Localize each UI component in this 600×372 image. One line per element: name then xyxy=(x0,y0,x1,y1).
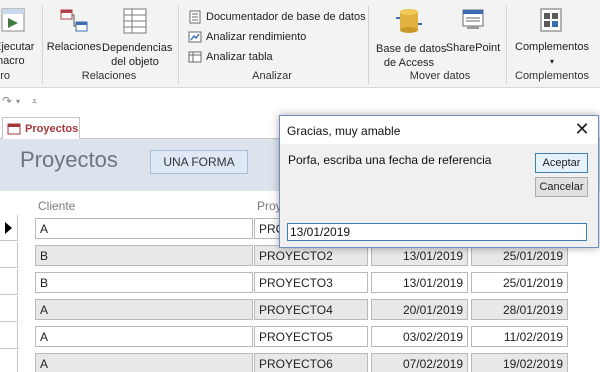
analyze-performance-button[interactable]: Analizar rendimiento xyxy=(188,28,306,46)
end-date-field[interactable]: 11/02/2019 xyxy=(471,326,568,347)
end-date-field[interactable]: 28/01/2019 xyxy=(471,299,568,320)
form-icon xyxy=(7,123,21,135)
object-dependencies-icon xyxy=(123,8,147,34)
client-field[interactable]: A xyxy=(35,326,253,347)
client-field[interactable]: B xyxy=(35,272,253,293)
db-documenter-button[interactable]: Documentador de base de datos xyxy=(188,8,366,26)
access-database-label: Base de datos de Access xyxy=(376,43,447,69)
db-documenter-label: Documentador de base de datos xyxy=(206,11,366,23)
db-documenter-icon xyxy=(189,10,201,24)
start-date-field[interactable]: 07/02/2019 xyxy=(371,353,468,372)
macro-group-label: Macro xyxy=(0,70,10,82)
analyze-table-button[interactable]: Analizar tabla xyxy=(188,48,273,66)
addins-icon xyxy=(540,8,562,32)
ribbon: Ejecutar macro Macro Relaciones Dependen… xyxy=(0,0,600,88)
current-record-icon xyxy=(5,222,12,234)
relations-button[interactable]: Relaciones xyxy=(47,6,101,53)
record-selector[interactable] xyxy=(0,242,18,268)
ribbon-separator xyxy=(368,6,369,84)
analyze-group-label: Analizar xyxy=(252,70,292,82)
dialog-title: Gracias, muy amable xyxy=(287,124,401,138)
cancel-button[interactable]: Cancelar xyxy=(535,177,588,197)
start-date-field[interactable]: 13/01/2019 xyxy=(371,272,468,293)
relations-group-label: Relaciones xyxy=(81,70,137,82)
addins-group-label: Complementos xyxy=(515,70,589,82)
object-dependencies-label: Dependencias del objeto xyxy=(102,42,173,68)
end-date-field[interactable]: 25/01/2019 xyxy=(471,245,568,266)
sharepoint-icon xyxy=(462,9,484,29)
column-header-client: Cliente xyxy=(38,199,76,213)
ribbon-separator xyxy=(506,6,507,84)
record-selector[interactable] xyxy=(0,296,18,322)
dialog-body: Porfa, escriba una fecha de referencia A… xyxy=(280,144,598,247)
run-macro-label: Ejecutar macro xyxy=(0,41,35,67)
undo-icon[interactable]: ↷ xyxy=(2,94,12,108)
analyze-performance-label: Analizar rendimiento xyxy=(206,31,307,43)
move-data-group-label: Mover datos xyxy=(409,70,471,82)
table-row[interactable]: A PROYECTO6 07/02/2019 19/02/2019 xyxy=(0,350,600,372)
sharepoint-label: SharePoint xyxy=(445,42,501,54)
client-field[interactable]: A xyxy=(35,299,253,320)
tab-proyectos[interactable]: Proyectos xyxy=(2,117,80,140)
start-date-field[interactable]: 20/01/2019 xyxy=(371,299,468,320)
table-row[interactable]: A PROYECTO4 20/01/2019 28/01/2019 xyxy=(0,296,600,322)
project-field[interactable]: PROYECTO5 xyxy=(254,326,368,347)
close-icon[interactable]: ✕ xyxy=(570,118,594,142)
project-field[interactable]: PROYECTO6 xyxy=(254,353,368,372)
record-selector[interactable] xyxy=(0,323,18,349)
ribbon-separator xyxy=(42,6,43,84)
record-selector[interactable] xyxy=(0,269,18,295)
analyze-table-label: Analizar tabla xyxy=(206,51,273,63)
record-selector[interactable] xyxy=(0,215,18,241)
addins-label: Complementos xyxy=(515,41,589,53)
reference-date-input[interactable]: 13/01/2019 xyxy=(287,223,587,241)
analyze-performance-icon xyxy=(188,31,202,43)
end-date-field[interactable]: 25/01/2019 xyxy=(471,272,568,293)
start-date-field[interactable]: 03/02/2019 xyxy=(371,326,468,347)
una-forma-button[interactable]: UNA FORMA xyxy=(150,150,248,174)
analyze-table-icon xyxy=(188,51,202,63)
end-date-field[interactable]: 19/02/2019 xyxy=(471,353,568,372)
access-database-button[interactable]: Base de datos de Access xyxy=(376,6,446,69)
sharepoint-button[interactable]: SharePoint xyxy=(446,6,500,54)
client-field[interactable]: A xyxy=(35,353,253,372)
start-date-field[interactable]: 13/01/2019 xyxy=(371,245,468,266)
accept-button[interactable]: Aceptar xyxy=(535,153,588,173)
customize-qat-icon[interactable]: ⩡ xyxy=(32,96,37,107)
dialog-prompt: Porfa, escriba una fecha de referencia xyxy=(288,153,492,167)
object-dependencies-button[interactable]: Dependencias del objeto xyxy=(102,6,172,68)
input-dialog: Gracias, muy amable ✕ Porfa, escriba una… xyxy=(279,115,599,248)
dialog-titlebar[interactable]: Gracias, muy amable ✕ xyxy=(280,116,598,144)
client-field[interactable]: B xyxy=(35,245,253,266)
run-macro-button[interactable]: Ejecutar macro xyxy=(0,6,34,67)
run-macro-icon xyxy=(1,8,25,32)
form-title: Proyectos xyxy=(20,147,118,172)
table-row[interactable]: B PROYECTO3 13/01/2019 25/01/2019 xyxy=(0,269,600,295)
undo-dropdown-icon[interactable]: ▾ xyxy=(16,97,20,106)
client-field[interactable]: A xyxy=(35,218,253,239)
chevron-down-icon: ▾ xyxy=(549,57,554,66)
record-selector[interactable] xyxy=(0,350,18,372)
project-field[interactable]: PROYECTO3 xyxy=(254,272,368,293)
tab-proyectos-label: Proyectos xyxy=(25,123,79,135)
project-field[interactable]: PROYECTO4 xyxy=(254,299,368,320)
access-database-icon xyxy=(396,9,422,33)
table-row[interactable]: A PROYECTO5 03/02/2019 11/02/2019 xyxy=(0,323,600,349)
quick-access-toolbar: ↷ ▾ ⩡ xyxy=(0,89,600,113)
relations-icon xyxy=(60,9,88,32)
addins-button[interactable]: Complementos ▾ xyxy=(512,6,592,66)
relations-label: Relaciones xyxy=(46,41,102,53)
project-field[interactable]: PROYECTO2 xyxy=(254,245,368,266)
ribbon-separator xyxy=(178,6,179,84)
